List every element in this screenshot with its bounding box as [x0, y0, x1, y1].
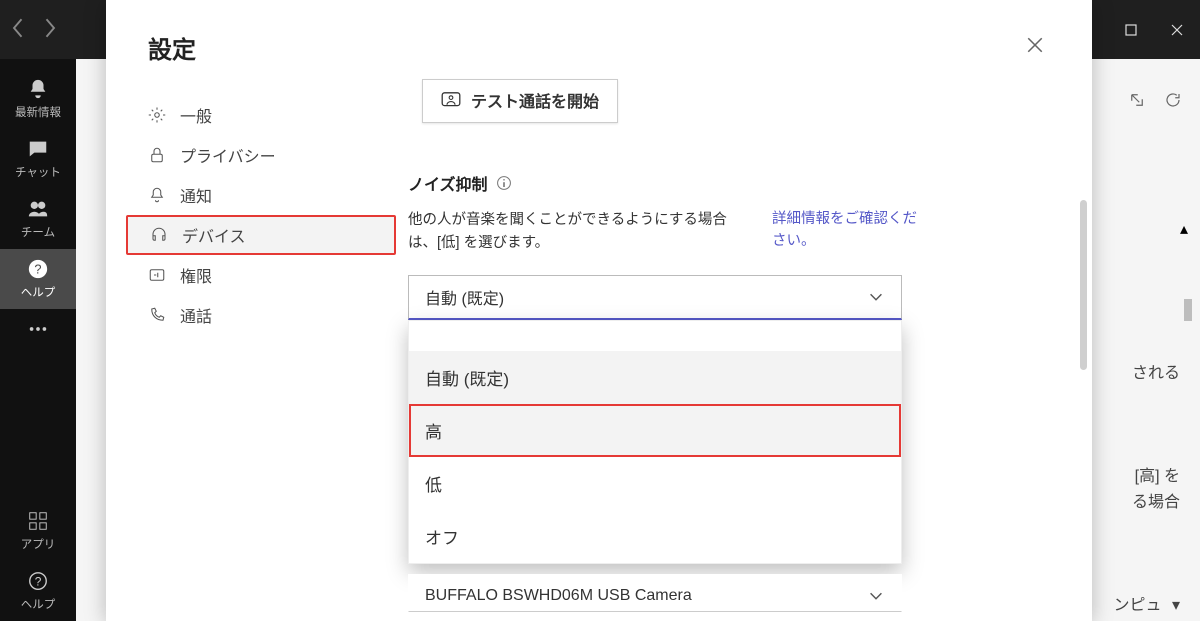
app-left-rail: 最新情報 チャット チーム ? ヘルプ アプリ ? ヘルプ [0, 59, 76, 621]
option-auto[interactable]: 自動 (既定) [409, 351, 901, 404]
learn-more-link[interactable]: 詳細情報をご確認ください。 [772, 209, 922, 253]
history-forward-button[interactable] [42, 18, 56, 38]
noise-description: 他の人が音楽を聞くことができるようにする場合は、[低] を選びます。 [408, 209, 748, 255]
permission-icon [148, 266, 166, 284]
nav-item-label: デバイス [182, 223, 246, 247]
settings-title: 設定 [148, 30, 196, 65]
apps-icon [27, 510, 49, 532]
rail-item-help[interactable]: ? ヘルプ [0, 561, 76, 621]
test-call-button[interactable]: テスト通話を開始 [422, 79, 618, 123]
test-call-label: テスト通話を開始 [471, 88, 599, 112]
nav-item-label: 一般 [180, 103, 212, 127]
rail-item-help-active[interactable]: ? ヘルプ [0, 249, 76, 309]
option-off[interactable]: オフ [409, 510, 901, 563]
lock-icon [148, 146, 166, 164]
noise-suppression-title: ノイズ抑制 [408, 171, 1012, 195]
gear-icon [148, 106, 166, 124]
help-icon: ? [27, 258, 49, 280]
chat-icon [27, 138, 49, 160]
settings-modal: 設定 一般 プライバシー 通知 デバイス [106, 0, 1092, 621]
rail-item-label: チャット [15, 164, 61, 180]
nav-item-label: 通知 [180, 183, 212, 207]
nav-item-notifications[interactable]: 通知 [126, 175, 396, 215]
nav-item-privacy[interactable]: プライバシー [126, 135, 396, 175]
nav-item-devices[interactable]: デバイス [126, 215, 396, 255]
option-high[interactable]: 高 [409, 404, 901, 457]
option-low[interactable]: 低 [409, 457, 901, 510]
phone-icon [148, 306, 166, 324]
background-text-fragment: [高] を る場合 [1132, 464, 1180, 515]
people-icon [27, 198, 49, 220]
camera-select[interactable]: BUFFALO BSWHD06M USB Camera [408, 574, 902, 612]
select-value: 自動 (既定) [425, 285, 504, 309]
rail-item-label: チーム [21, 224, 55, 240]
info-icon[interactable] [496, 175, 512, 191]
video-person-icon [441, 92, 461, 108]
rail-item-apps[interactable]: アプリ [0, 501, 76, 561]
window-close-button[interactable] [1154, 0, 1200, 59]
close-icon [1026, 36, 1044, 54]
window-maximize-button[interactable] [1108, 0, 1154, 59]
nav-item-label: 通話 [180, 303, 212, 327]
chevron-down-icon[interactable]: ▾ [1172, 597, 1180, 614]
nav-item-label: プライバシー [180, 143, 276, 167]
select-value: BUFFALO BSWHD06M USB Camera [425, 587, 692, 605]
popout-icon[interactable] [1128, 91, 1146, 114]
svg-text:?: ? [34, 262, 41, 277]
content-scrollbar-thumb[interactable] [1080, 200, 1087, 370]
bell-icon [27, 78, 49, 100]
inner-scrollbar-thumb[interactable] [1184, 299, 1192, 321]
chevron-down-icon [867, 288, 885, 306]
nav-item-permissions[interactable]: 権限 [126, 255, 396, 295]
rail-item-label: ヘルプ [21, 284, 56, 300]
more-icon [27, 318, 49, 340]
nav-item-calls[interactable]: 通話 [126, 295, 396, 335]
noise-suppression-select[interactable]: 自動 (既定) [408, 275, 902, 320]
bell-icon [148, 186, 166, 204]
settings-content: テスト通話を開始 ノイズ抑制 他の人が音楽を聞くことができるようにする場合は、[… [396, 65, 1092, 621]
chevron-down-icon [867, 587, 885, 605]
svg-text:?: ? [35, 575, 42, 589]
noise-suppression-dropdown: 自動 (既定) 高 低 オフ [408, 320, 902, 564]
scroll-up-arrow[interactable]: ▴ [1180, 219, 1190, 229]
close-button[interactable] [1020, 30, 1050, 65]
rail-item-teams[interactable]: チーム [0, 189, 76, 249]
headset-icon [150, 226, 168, 244]
refresh-icon[interactable] [1164, 91, 1182, 114]
settings-side-nav: 一般 プライバシー 通知 デバイス 権限 通話 [126, 65, 396, 621]
dropdown-spacer [409, 321, 901, 351]
help-outline-icon: ? [27, 570, 49, 592]
rail-item-label: ヘルプ [21, 596, 56, 612]
nav-item-general[interactable]: 一般 [126, 95, 396, 135]
background-text-fragment: ンピュ ▾ [1114, 591, 1181, 615]
background-text-fragment: される [1132, 359, 1180, 383]
rail-item-label: アプリ [21, 536, 56, 552]
nav-item-label: 権限 [180, 263, 212, 287]
history-back-button[interactable] [12, 18, 26, 38]
rail-item-chat[interactable]: チャット [0, 129, 76, 189]
rail-item-activity[interactable]: 最新情報 [0, 69, 76, 129]
rail-item-more[interactable] [0, 309, 76, 349]
rail-item-label: 最新情報 [15, 104, 61, 120]
